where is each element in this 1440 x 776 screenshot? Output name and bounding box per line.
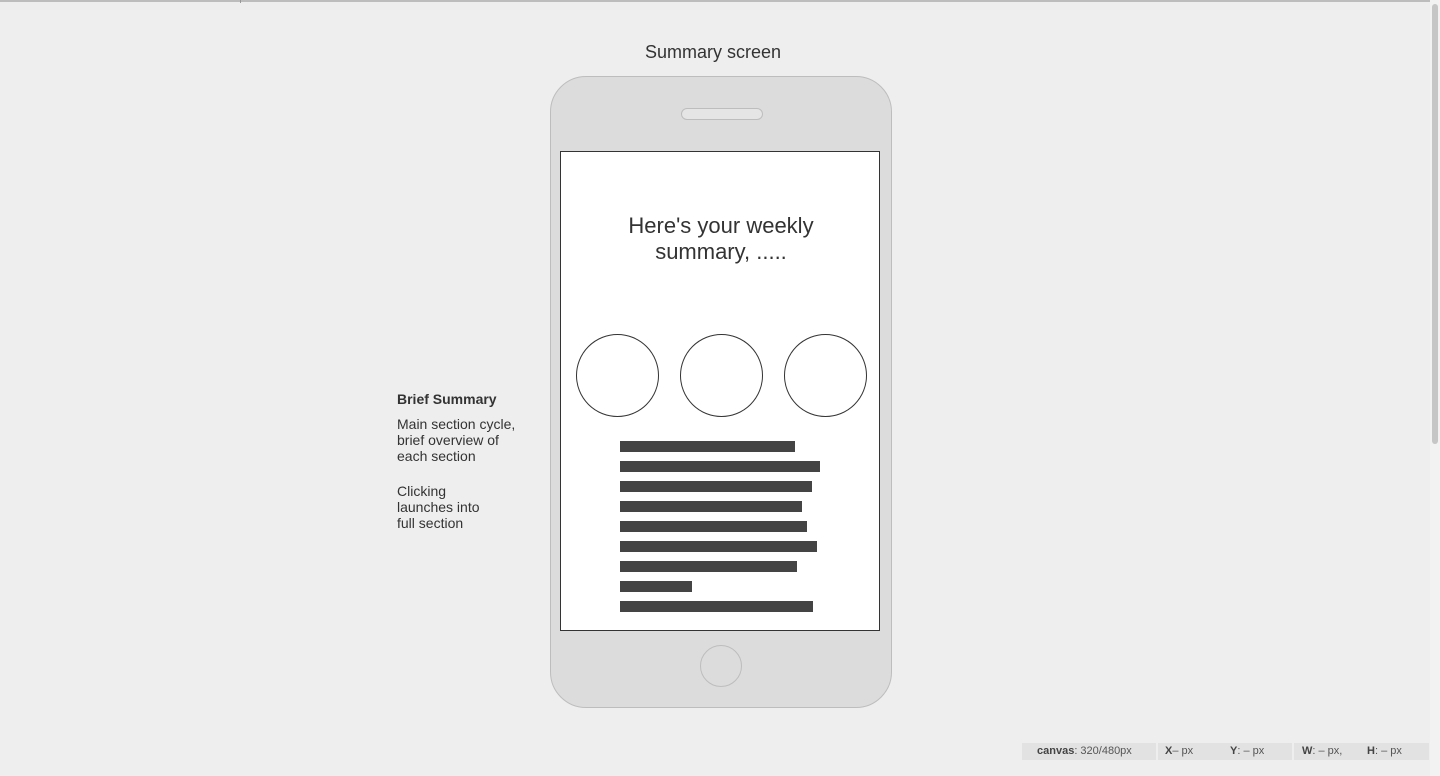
text-placeholder-bar bbox=[620, 561, 797, 572]
canvas-size-readout: canvas: 320/480px bbox=[1022, 743, 1156, 760]
headline-line-1: Here's your weekly bbox=[628, 213, 814, 238]
y-value: : – px bbox=[1237, 745, 1265, 757]
text-placeholder-bar bbox=[620, 441, 795, 452]
summary-headline: Here's your weekly summary, ..... bbox=[601, 213, 841, 265]
text-placeholder-bar bbox=[620, 581, 692, 592]
annotation-line: full section bbox=[397, 515, 464, 531]
phone-speaker bbox=[681, 108, 763, 120]
canvas-value: : 320/480px bbox=[1074, 745, 1132, 757]
annotation-line: launches into bbox=[397, 499, 480, 515]
status-bar: canvas: 320/480px X – px Y: – px W: – px… bbox=[1022, 743, 1429, 760]
w-value: : – px, bbox=[1312, 745, 1343, 757]
annotation-line: each section bbox=[397, 448, 476, 464]
annotation-line: brief overview of bbox=[397, 432, 499, 448]
x-label: X bbox=[1165, 745, 1173, 757]
section-circle[interactable] bbox=[576, 334, 659, 417]
text-placeholder-bar bbox=[620, 461, 820, 472]
text-placeholder-bar bbox=[620, 541, 817, 552]
scrollbar-thumb[interactable] bbox=[1432, 4, 1438, 444]
h-value: : – px bbox=[1374, 745, 1402, 757]
canvas-label: canvas bbox=[1037, 745, 1075, 757]
top-ruler-mark bbox=[240, 0, 241, 3]
top-border bbox=[0, 0, 1440, 2]
annotation-title: Brief Summary bbox=[397, 391, 497, 407]
text-placeholder-bar bbox=[620, 601, 813, 612]
text-placeholder-bar bbox=[620, 521, 807, 532]
annotation-paragraph: Main section cycle, brief overview of ea… bbox=[397, 416, 547, 464]
text-placeholder-bar bbox=[620, 481, 812, 492]
phone-frame: Here's your weekly summary, ..... bbox=[550, 76, 892, 708]
phone-screen: Here's your weekly summary, ..... bbox=[560, 151, 880, 631]
y-label: Y bbox=[1230, 745, 1238, 757]
page-title: Summary screen bbox=[644, 42, 782, 62]
h-label: H bbox=[1367, 745, 1375, 757]
annotation-line: Clicking bbox=[397, 483, 447, 499]
size-readout: W: – px, H: – px bbox=[1294, 743, 1429, 760]
position-readout: X – px Y: – px bbox=[1158, 743, 1292, 760]
phone-home-button bbox=[700, 645, 742, 687]
section-circle[interactable] bbox=[784, 334, 867, 417]
annotation-line: Main section cycle, bbox=[397, 416, 516, 432]
headline-line-2: summary, ..... bbox=[655, 239, 787, 264]
w-label: W bbox=[1302, 745, 1313, 757]
vertical-scrollbar[interactable] bbox=[1430, 0, 1440, 776]
annotation-note: Brief Summary Main section cycle, brief … bbox=[397, 390, 547, 550]
text-placeholder-bar bbox=[620, 501, 802, 512]
x-value: – px bbox=[1172, 745, 1194, 757]
section-circle[interactable] bbox=[680, 334, 763, 417]
annotation-paragraph: Clicking launches into full section bbox=[397, 483, 547, 531]
